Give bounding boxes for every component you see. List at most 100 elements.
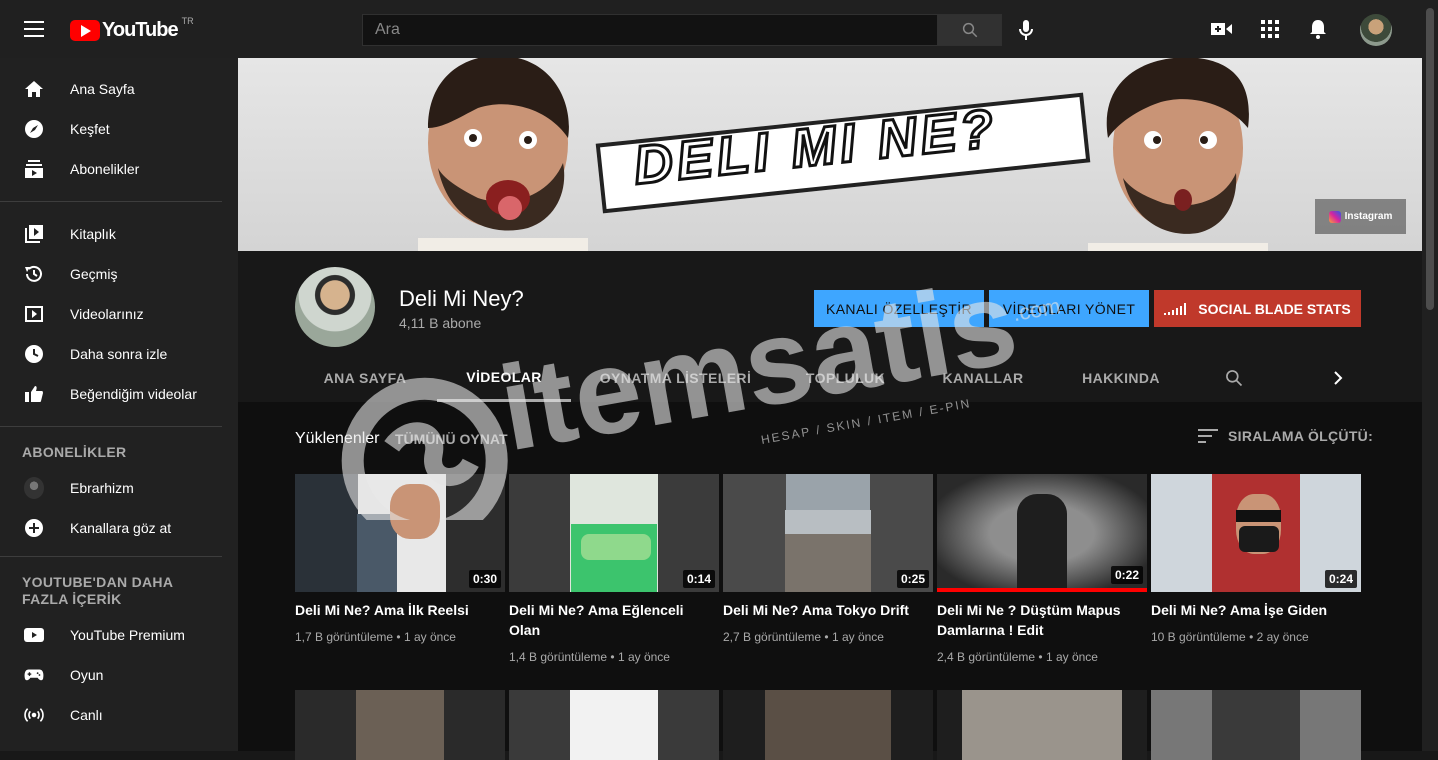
- manage-videos-button[interactable]: VİDEOLARI YÖNET: [989, 290, 1149, 327]
- sort-label: SIRALAMA ÖLÇÜTÜ:: [1228, 428, 1374, 444]
- subscriptions-icon: [24, 159, 44, 179]
- library-icon: [24, 224, 44, 244]
- video-title[interactable]: Deli Mi Ne? Ama İşe Giden: [1151, 600, 1351, 620]
- channel-banner: DELI MI NE? Instagram: [238, 58, 1422, 251]
- watch-later-icon: [24, 344, 44, 364]
- notifications-bell-icon[interactable]: [1306, 17, 1330, 41]
- video-title[interactable]: Deli Mi Ne? Ama İlk Reelsi: [295, 600, 495, 620]
- logo-region: TR: [181, 16, 194, 26]
- sidebar-item-label: Videolarınız: [70, 306, 144, 322]
- video-thumbnail[interactable]: [295, 690, 505, 760]
- uploads-title: Yüklenenler: [295, 430, 380, 447]
- youtube-logo[interactable]: YouTube TR: [70, 16, 194, 42]
- video-thumbnail[interactable]: 0:25: [723, 474, 933, 592]
- live-icon: [24, 705, 44, 725]
- video-thumbnail[interactable]: [509, 690, 719, 760]
- sidebar-item-label: Keşfet: [70, 121, 110, 137]
- video-title[interactable]: Deli Mi Ne? Ama Tokyo Drift: [723, 600, 923, 620]
- sidebar-item-history[interactable]: Geçmiş: [0, 254, 238, 294]
- video-metadata: 1,4 B görüntüleme • 1 ay önce: [509, 650, 670, 664]
- sidebar-item-subscriptions[interactable]: Abonelikler: [0, 149, 238, 189]
- sidebar-item-youtube-premium[interactable]: YouTube Premium: [0, 615, 238, 655]
- top-bar: YouTube TR Ara: [0, 0, 1438, 58]
- videos-content: Yüklenenler TÜMÜNÜ OYNAT SIRALAMA ÖLÇÜTÜ…: [238, 402, 1422, 760]
- video-thumbnail[interactable]: 0:14: [509, 474, 719, 592]
- tabs-next-chevron-icon[interactable]: [1320, 354, 1356, 402]
- sidebar-item-browse-channels[interactable]: Kanallara göz at: [0, 508, 238, 548]
- banner-face-right-image: [1088, 58, 1268, 251]
- video-age: 2 ay önce: [1256, 630, 1309, 644]
- apps-grid-icon[interactable]: [1258, 17, 1282, 41]
- sidebar-item-watch-later[interactable]: Daha sonra izle: [0, 334, 238, 374]
- customize-channel-button[interactable]: KANALI ÖZELLEŞTİR: [814, 290, 984, 327]
- video-duration: 0:22: [1110, 566, 1143, 584]
- sidebar: Ana Sayfa Keşfet Abonelikler Kitaplık Ge…: [0, 58, 238, 751]
- tab-channels[interactable]: KANALLAR: [918, 354, 1048, 402]
- video-thumbnail[interactable]: [1151, 690, 1361, 760]
- video-age: 1 ay önce: [1045, 650, 1098, 664]
- video-title[interactable]: Deli Mi Ne? Ama Eğlenceli Olan: [509, 600, 709, 640]
- video-thumbnail[interactable]: 0:24: [1151, 474, 1361, 592]
- history-icon: [24, 264, 44, 284]
- gamepad-icon: [24, 665, 44, 685]
- channel-name: Deli Mi Ney?: [399, 286, 524, 311]
- your-videos-icon: [24, 304, 44, 324]
- video-thumbnail[interactable]: [723, 690, 933, 760]
- page-scrollbar[interactable]: [1422, 0, 1438, 751]
- scrollbar-thumb[interactable]: [1426, 8, 1434, 310]
- sidebar-item-label: Geçmiş: [70, 266, 118, 282]
- channel-avatar-icon: [24, 477, 44, 499]
- video-metadata: 1,7 B görüntüleme • 1 ay önce: [295, 630, 456, 644]
- sidebar-divider: [0, 556, 222, 557]
- search-icon: [962, 22, 977, 38]
- video-views: 10 B görüntüleme: [1151, 630, 1246, 644]
- video-views: 1,7 B görüntüleme: [295, 630, 394, 644]
- sort-by-button[interactable]: SIRALAMA ÖLÇÜTÜ:: [1198, 428, 1373, 444]
- video-metadata: 2,4 B görüntüleme • 1 ay önce: [937, 650, 1098, 664]
- sidebar-item-label: Kitaplık: [70, 226, 116, 242]
- tab-playlists[interactable]: OYNATMA LİSTELERİ: [583, 354, 768, 402]
- bar-chart-icon: [1164, 302, 1187, 315]
- social-blade-stats-button[interactable]: SOCIAL BLADE STATS: [1154, 290, 1361, 327]
- compass-icon: [24, 119, 44, 139]
- channel-avatar[interactable]: [295, 267, 375, 347]
- subscriptions-heading: ABONELİKLER: [22, 444, 127, 460]
- video-title[interactable]: Deli Mi Ne ? Düştüm Mapus Damlarına ! Ed…: [937, 600, 1137, 640]
- banner-face-left-image: [418, 58, 588, 251]
- video-thumbnail[interactable]: 0:22: [937, 474, 1147, 592]
- subscriber-count: 4,11 B abone: [399, 315, 482, 331]
- video-duration: 0:14: [682, 570, 715, 588]
- sidebar-item-label: Daha sonra izle: [70, 346, 168, 362]
- search-input[interactable]: Ara: [362, 14, 938, 46]
- instagram-link[interactable]: Instagram: [1315, 199, 1406, 234]
- sidebar-item-library[interactable]: Kitaplık: [0, 214, 238, 254]
- tab-home[interactable]: ANA SAYFA: [295, 354, 435, 402]
- play-all-button[interactable]: TÜMÜNÜ OYNAT: [395, 431, 508, 447]
- video-age: 1 ay önce: [831, 630, 884, 644]
- tab-community[interactable]: TOPLULUK: [783, 354, 908, 402]
- video-thumbnail[interactable]: 0:30: [295, 474, 505, 592]
- sidebar-item-gaming[interactable]: Oyun: [0, 655, 238, 695]
- menu-icon[interactable]: [24, 21, 44, 37]
- sidebar-item-your-videos[interactable]: Videolarınız: [0, 294, 238, 334]
- social-blade-label: SOCIAL BLADE STATS: [1198, 300, 1351, 317]
- sidebar-item-live[interactable]: Canlı: [0, 695, 238, 735]
- more-from-youtube-heading: YOUTUBE'DAN DAHA FAZLA İÇERİK: [22, 574, 173, 607]
- video-metadata: 10 B görüntüleme • 2 ay önce: [1151, 630, 1309, 644]
- video-thumbnail[interactable]: [937, 690, 1147, 760]
- tab-about[interactable]: HAKKINDA: [1058, 354, 1184, 402]
- video-duration: 0:25: [896, 570, 929, 588]
- tab-videos[interactable]: VİDEOLAR: [437, 354, 571, 402]
- home-icon: [24, 79, 44, 99]
- create-video-icon[interactable]: [1210, 17, 1234, 41]
- sidebar-item-home[interactable]: Ana Sayfa: [0, 69, 238, 109]
- search-button[interactable]: [937, 14, 1002, 46]
- youtube-icon: [24, 625, 44, 645]
- sidebar-item-explore[interactable]: Keşfet: [0, 109, 238, 149]
- sidebar-item-label: Oyun: [70, 667, 104, 683]
- channel-search-icon[interactable]: [1216, 354, 1252, 402]
- sidebar-item-ebrarhizm[interactable]: Ebrarhizm: [0, 468, 238, 508]
- account-avatar[interactable]: [1360, 14, 1392, 46]
- mic-icon[interactable]: [1016, 19, 1036, 41]
- sidebar-item-liked-videos[interactable]: Beğendiğim videolar: [0, 374, 238, 414]
